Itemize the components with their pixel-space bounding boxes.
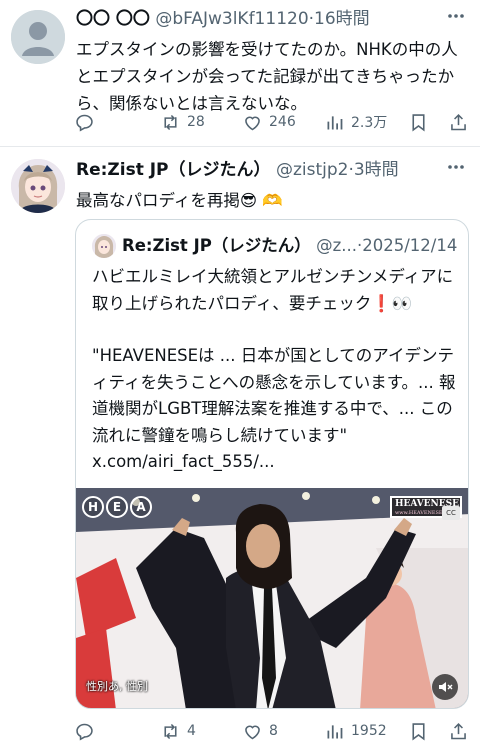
more-options-button[interactable] <box>446 157 466 185</box>
timestamp[interactable]: 3時間 <box>354 160 399 180</box>
video-subtitle: 性別あ, 性別 <box>86 680 148 693</box>
mute-button[interactable] <box>432 674 458 700</box>
handle[interactable]: @zistjp2 <box>276 160 349 180</box>
bookmark-icon <box>412 113 425 132</box>
avatar[interactable] <box>11 159 65 213</box>
like-button[interactable]: 8 <box>242 719 278 743</box>
tweet-2[interactable]: Re:Zist JP（レジたん） @zistjp2·3時間 最高なパロディを再掲… <box>0 147 480 754</box>
views-count: 2.3万 <box>351 115 388 131</box>
share-icon <box>451 722 466 739</box>
quote-text: ハビエルミレイ大統領とアルゼンチンメディアに取り上げられたパロディ、要チェック❗… <box>92 264 462 476</box>
more-options-button[interactable] <box>446 6 466 34</box>
mute-icon <box>439 682 453 692</box>
tweet-header: 〇〇 〇〇 @bFAJw3lKf11120·16時間 <box>76 6 480 32</box>
action-bar: 4 8 1952 <box>74 719 470 743</box>
logo-letter-h: H <box>82 496 104 518</box>
reply-button[interactable] <box>74 719 101 743</box>
tweet-1[interactable]: 〇〇 〇〇 @bFAJw3lKf11120·16時間 エプスタインの影響を受けて… <box>0 0 480 146</box>
channel-logo: H E A <box>82 496 152 518</box>
share-button[interactable] <box>448 110 469 134</box>
repost-count: 28 <box>187 114 205 130</box>
quoted-tweet[interactable]: Re:Zist JP（レジたん） @z...·2025/12/14 ハビエルミレ… <box>75 219 469 709</box>
display-name[interactable]: 〇〇 〇〇 <box>76 9 150 29</box>
repost-icon <box>164 114 177 130</box>
like-button[interactable]: 246 <box>242 110 296 134</box>
handle[interactable]: @bFAJw3lKf11120 <box>155 9 308 29</box>
views-button[interactable]: 1952 <box>324 719 387 743</box>
display-name[interactable]: Re:Zist JP（レジたん） <box>76 160 271 180</box>
logo-letter-a: A <box>130 496 152 518</box>
reply-icon <box>76 114 93 132</box>
share-button[interactable] <box>448 719 469 743</box>
quote-display-name[interactable]: Re:Zist JP（レジたん） <box>122 236 311 255</box>
tweet-text: エプスタインの影響を受けてたのか。NHKの中の人とエプスタインが会ってた記録が出… <box>76 40 458 113</box>
tweet-text: 最高なパロディを再掲😎 🫶 <box>76 191 283 210</box>
views-icon <box>327 115 343 129</box>
heart-icon <box>245 116 260 130</box>
quote-paragraph-1: ハビエルミレイ大統領とアルゼンチンメディアに取り上げられたパロディ、要チェック❗… <box>92 267 454 313</box>
avatar[interactable] <box>11 10 65 64</box>
repost-icon <box>164 723 177 739</box>
like-count: 246 <box>269 114 296 130</box>
anime-avatar-icon <box>11 159 65 213</box>
timestamp[interactable]: 16時間 <box>314 9 370 29</box>
quote-paragraph-2: "HEAVENESEは ... 日本が国としてのアイデンティティを失うことへの懸… <box>92 346 456 445</box>
default-avatar-icon <box>11 10 65 64</box>
share-icon <box>451 113 466 130</box>
quote-header: Re:Zist JP（レジたん） @z...·2025/12/14 <box>92 234 460 258</box>
heart-icon <box>245 725 260 739</box>
repost-button[interactable]: 4 <box>160 719 196 743</box>
quote-handle[interactable]: @z... <box>316 236 357 255</box>
like-count: 8 <box>269 723 278 739</box>
action-bar: 28 246 2.3万 <box>74 110 470 134</box>
views-icon <box>327 724 343 738</box>
bookmark-button[interactable] <box>408 110 429 134</box>
bookmark-icon <box>412 722 425 741</box>
views-button[interactable]: 2.3万 <box>324 110 387 134</box>
repost-button[interactable]: 28 <box>160 110 205 134</box>
views-count: 1952 <box>351 723 387 739</box>
quote-date: 2025/12/14 <box>362 236 458 255</box>
bookmark-button[interactable] <box>408 719 429 743</box>
reply-icon <box>76 723 93 741</box>
tweet-header: Re:Zist JP（レジたん） @zistjp2·3時間 <box>76 157 480 183</box>
logo-letter-e: E <box>106 496 128 518</box>
video-player[interactable]: H E A HEAVENESE www.HEAVENESE.net CC 性別あ… <box>76 488 468 708</box>
ellipsis-icon <box>448 165 464 169</box>
reply-button[interactable] <box>74 110 101 134</box>
ellipsis-icon <box>448 14 464 18</box>
captions-badge[interactable]: CC <box>442 506 460 520</box>
video-thumbnail <box>76 488 468 708</box>
quote-link[interactable]: x.com/airi_fact_555/... <box>92 449 462 476</box>
repost-count: 4 <box>187 723 196 739</box>
